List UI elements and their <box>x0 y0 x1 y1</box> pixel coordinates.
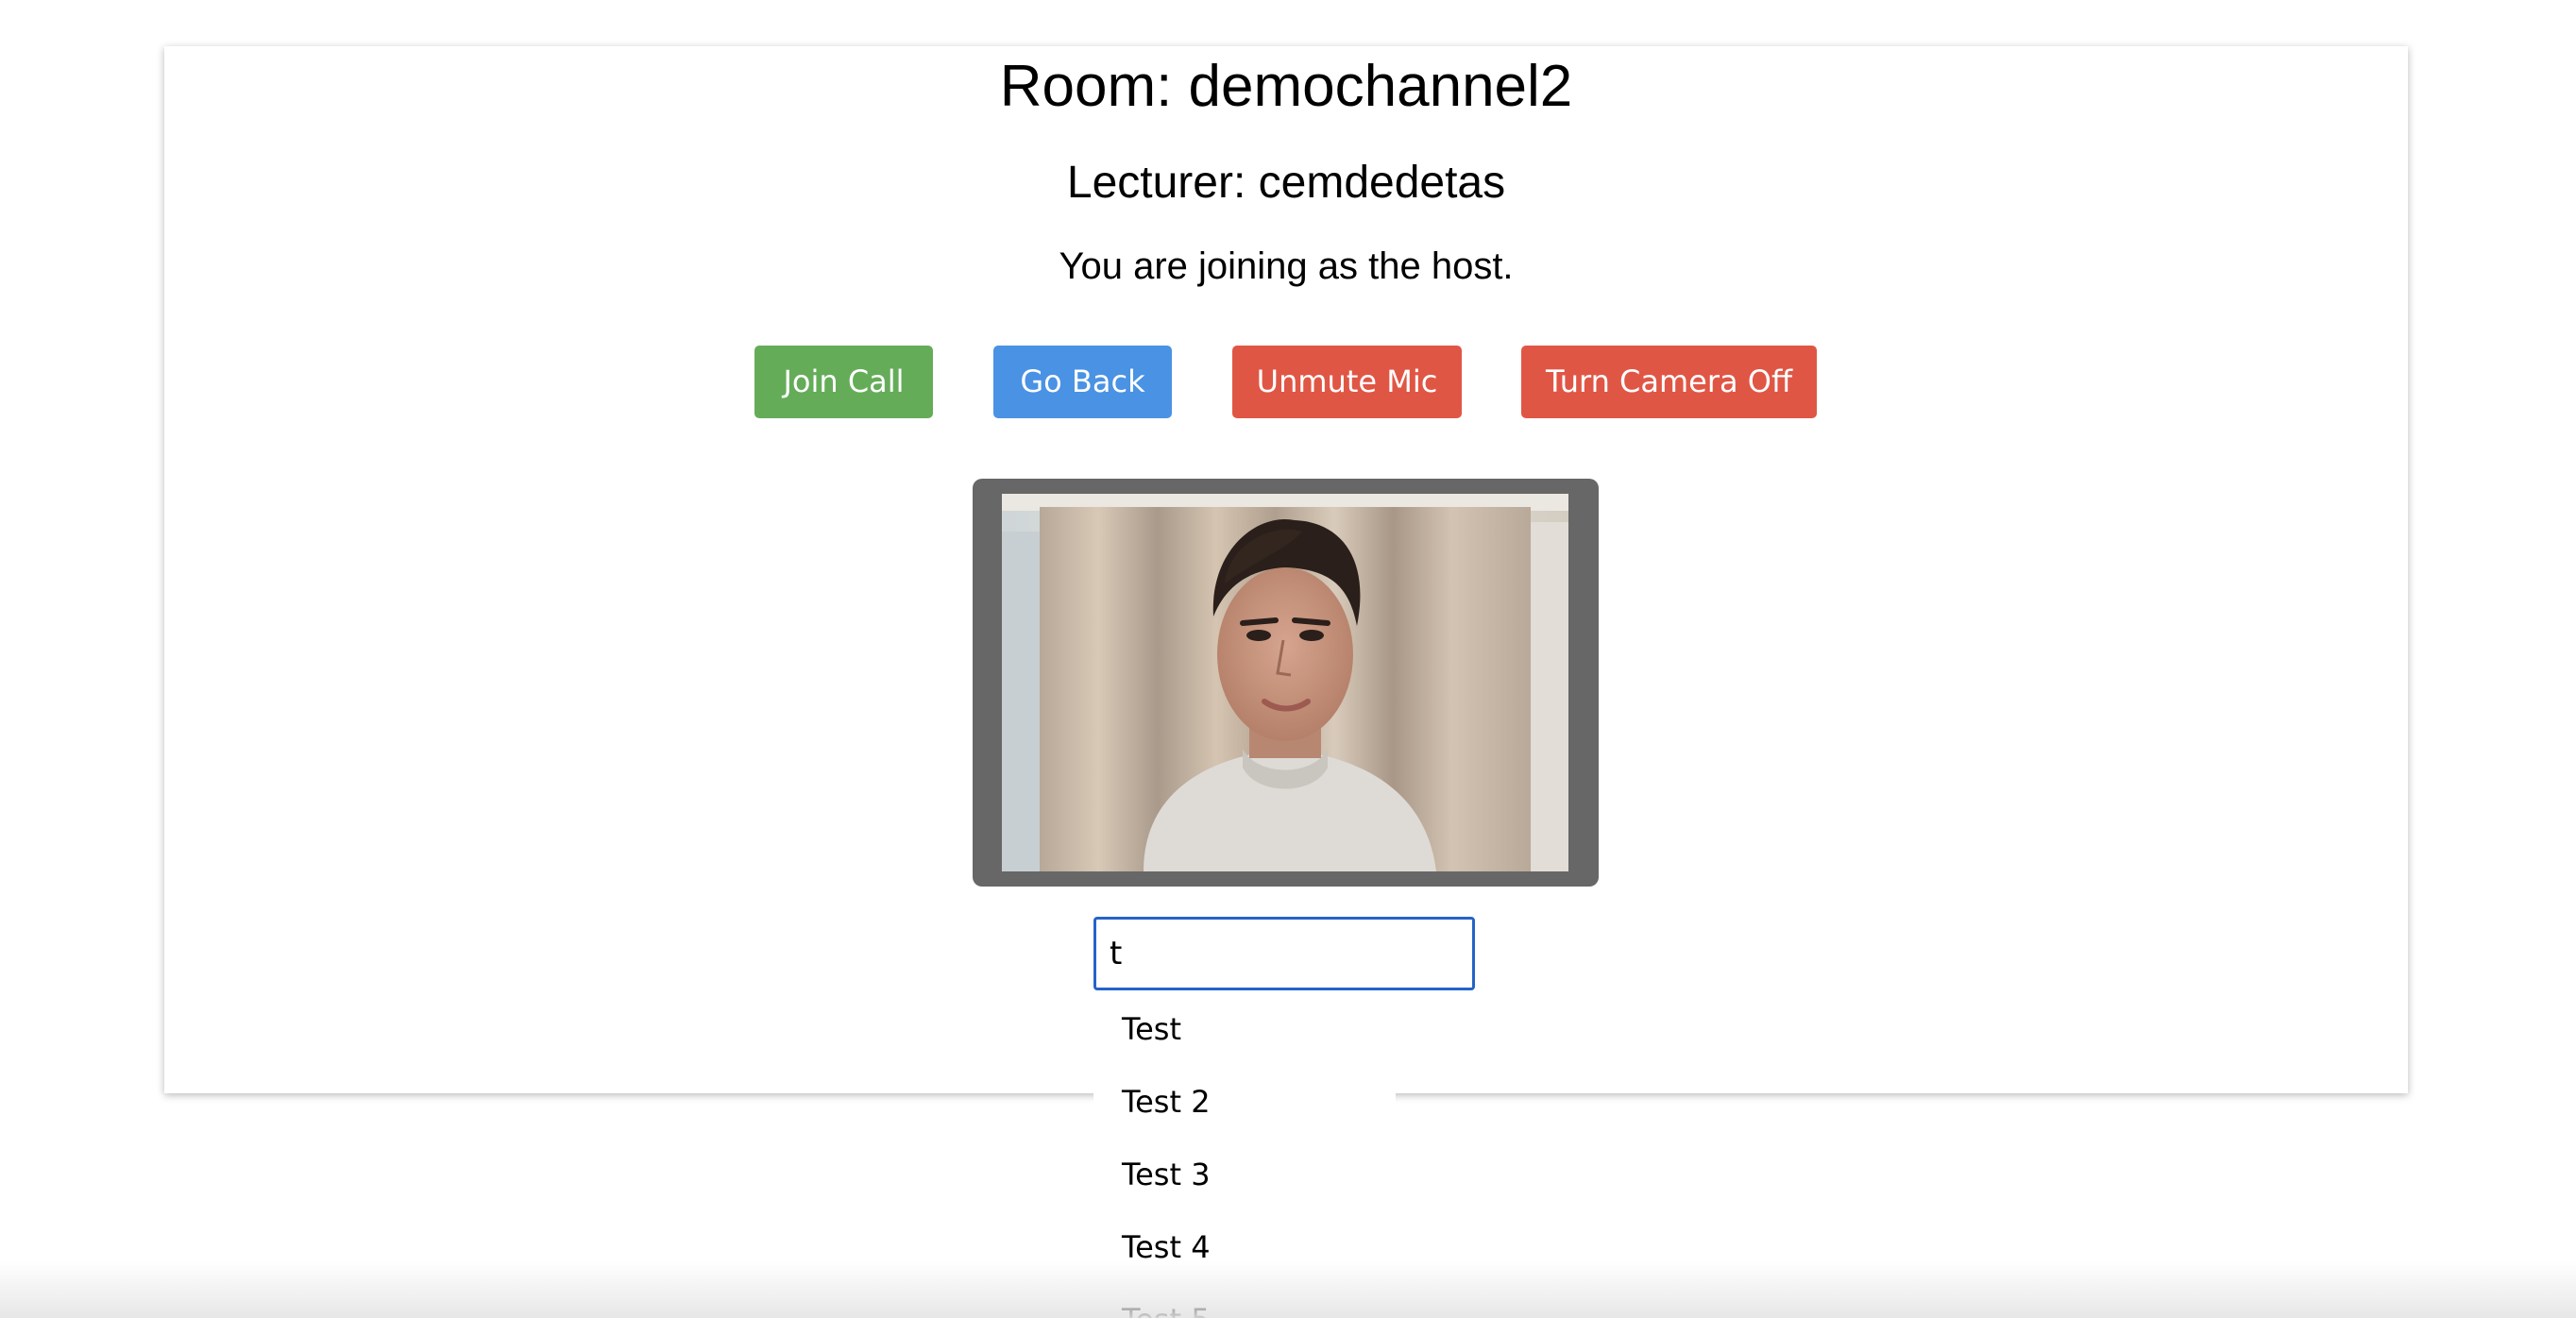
unmute-mic-button[interactable]: Unmute Mic <box>1232 346 1462 418</box>
host-status-text: You are joining as the host. <box>1059 245 1514 287</box>
search-input[interactable] <box>1093 917 1475 990</box>
room-title: Room: demochannel2 <box>999 54 1573 119</box>
suggestion-item[interactable]: Test 2 <box>1093 1069 1396 1141</box>
go-back-button[interactable]: Go Back <box>993 346 1172 418</box>
page: Room: demochannel2 Lecturer: cemdedetas … <box>0 0 2576 1318</box>
autocomplete-dropdown: Test Test 2 Test 3 Test 4 Test 5 <box>1093 996 1396 1318</box>
suggestion-item[interactable]: Test 3 <box>1093 1141 1396 1214</box>
turn-camera-off-button[interactable]: Turn Camera Off <box>1521 346 1817 418</box>
video-frame <box>973 479 1599 887</box>
local-video-feed <box>1002 494 1568 871</box>
camera-image <box>1002 494 1568 871</box>
suggestion-item[interactable]: Test 5 <box>1093 1287 1396 1318</box>
lecturer-name: Lecturer: cemdedetas <box>1066 158 1506 208</box>
suggestion-item[interactable]: Test <box>1093 996 1396 1069</box>
suggestion-item[interactable]: Test 4 <box>1093 1214 1396 1287</box>
join-call-button[interactable]: Join Call <box>754 346 933 418</box>
